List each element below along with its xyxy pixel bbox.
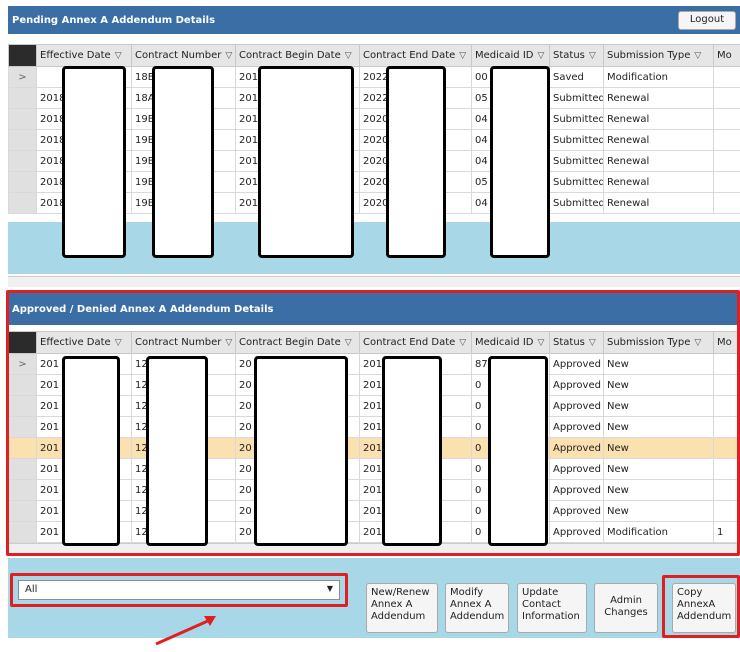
cell-type: Renewal (603, 87, 714, 109)
redaction-box (386, 66, 446, 258)
funnel-icon[interactable]: ▽ (225, 51, 232, 61)
column-header-contract-begin-date[interactable]: Contract Begin Date ▽ (235, 44, 360, 67)
cell-type: Renewal (603, 150, 714, 172)
update-contact-button[interactable]: Update Contact Information (517, 583, 587, 633)
row-selector[interactable] (8, 87, 37, 109)
pending-horizontal-scrollbar[interactable] (8, 276, 740, 287)
annotation-frame-approved-panel (6, 290, 740, 556)
funnel-icon[interactable]: ▽ (538, 51, 545, 61)
column-header-medicaid-id[interactable]: Medicaid ID ▽ (471, 44, 550, 67)
modify-addendum-button[interactable]: Modify Annex A Addendum (445, 583, 509, 633)
column-header-effective-date[interactable]: Effective Date ▽ (36, 44, 132, 67)
cell-type: Renewal (603, 171, 714, 193)
column-header-mo[interactable]: Mo (713, 44, 740, 67)
redaction-box (258, 66, 354, 258)
funnel-icon[interactable]: ▽ (345, 51, 352, 61)
funnel-icon[interactable]: ▽ (459, 51, 466, 61)
cell-status: Submitted (549, 108, 604, 130)
pending-panel-title: Pending Annex A Addendum Details (12, 14, 216, 26)
cell-status: Submitted (549, 192, 604, 214)
cell-status: Saved (549, 66, 604, 88)
cell-extra (713, 192, 740, 214)
funnel-icon[interactable]: ▽ (694, 51, 701, 61)
row-selector[interactable] (8, 150, 37, 172)
annotation-frame-copy-button (662, 575, 740, 638)
cell-type: Modification (603, 66, 714, 88)
funnel-icon[interactable]: ▽ (589, 51, 596, 61)
cell-extra (713, 150, 740, 172)
redaction-box (490, 66, 550, 258)
row-selector[interactable] (8, 171, 37, 193)
column-header-submission-type[interactable]: Submission Type ▽ (603, 44, 714, 67)
cell-extra (713, 66, 740, 88)
redaction-box (62, 66, 126, 258)
admin-changes-button[interactable]: Admin Changes (594, 583, 658, 633)
cell-type: Renewal (603, 108, 714, 130)
logout-button[interactable]: Logout (678, 11, 736, 30)
cell-extra (713, 87, 740, 109)
cell-type: Renewal (603, 129, 714, 151)
redaction-box (152, 66, 214, 258)
red-arrow-icon (155, 616, 216, 646)
cell-extra (713, 171, 740, 193)
cell-status: Submitted (549, 87, 604, 109)
funnel-icon[interactable]: ▽ (115, 51, 122, 61)
pending-panel-header: Pending Annex A Addendum Details (8, 6, 740, 34)
cell-type: Renewal (603, 192, 714, 214)
cell-extra (713, 129, 740, 151)
new-renew-addendum-button[interactable]: New/Renew Annex A Addendum (366, 583, 438, 633)
cell-status: Submitted (549, 129, 604, 151)
column-header-contract-number[interactable]: Contract Number ▽ (131, 44, 236, 67)
annotation-frame-filter (10, 573, 348, 607)
row-selector-header (8, 44, 37, 67)
column-header-contract-end-date[interactable]: Contract End Date ▽ (359, 44, 472, 67)
cell-status: Submitted (549, 171, 604, 193)
row-selector[interactable]: > (8, 66, 37, 88)
row-selector[interactable] (8, 192, 37, 214)
row-selector[interactable] (8, 129, 37, 151)
column-header-status[interactable]: Status ▽ (549, 44, 604, 67)
cell-status: Submitted (549, 150, 604, 172)
cell-extra (713, 108, 740, 130)
row-selector[interactable] (8, 108, 37, 130)
